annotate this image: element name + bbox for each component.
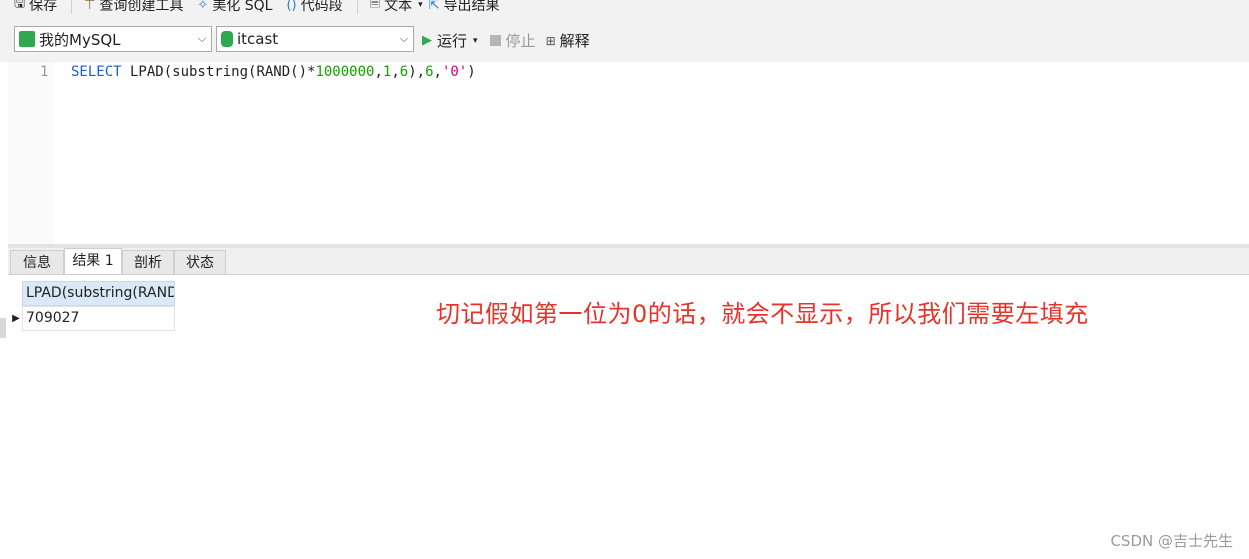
tab-result-1[interactable]: 结果 1	[64, 248, 122, 274]
sql-text: ,	[374, 64, 383, 80]
chevron-down-icon: ▾	[473, 35, 478, 46]
explain-label: 解释	[559, 32, 590, 50]
table-cell[interactable]: 709027	[22, 306, 175, 331]
toolbar-divider	[356, 0, 358, 14]
save-icon: 🖫	[14, 0, 26, 11]
save-label: 保存	[29, 0, 58, 14]
text-button[interactable]: 🗎 文本 ▾	[370, 0, 423, 16]
sql-editor[interactable]: 1 SELECT LPAD(substring(RAND()*1000000,1…	[8, 62, 1249, 244]
beautify-icon: ✧	[197, 0, 209, 13]
sql-number: 6	[425, 64, 434, 80]
sql-string: '0'	[441, 64, 468, 80]
run-label: 运行	[437, 32, 468, 50]
chevron-down-icon: ⌵	[197, 32, 207, 45]
editor-gutter: 1	[8, 62, 54, 244]
tab-profile[interactable]: 剖析	[122, 250, 174, 274]
sql-text: ,	[391, 64, 400, 80]
beautify-label: 美化 SQL	[212, 0, 273, 14]
sql-text: ),	[408, 64, 426, 80]
mysql-connection-icon	[19, 31, 35, 47]
run-button[interactable]: ▶ 运行 ▾	[422, 30, 478, 51]
stop-button[interactable]: 停止	[489, 30, 536, 51]
main-toolbar: 🖫 保存 ⊤ 查询创建工具 ✧ 美化 SQL () 代码段 🗎 文本 ▾ ⇱ 导…	[0, 0, 1249, 18]
connection-select[interactable]: 我的MySQL ⌵	[14, 26, 212, 52]
text-icon: 🗎	[369, 0, 381, 11]
database-select[interactable]: itcast ⌵	[216, 26, 414, 52]
export-results-button[interactable]: ⇱ 导出结果	[429, 0, 500, 15]
sql-text: LPAD(substring(RAND()*	[121, 64, 316, 80]
chevron-down-icon: ⌵	[399, 32, 409, 45]
tab-status[interactable]: 状态	[174, 250, 226, 274]
export-label: 导出结果	[443, 0, 500, 14]
chevron-down-icon: ▾	[418, 0, 423, 10]
current-row-indicator-icon: ▶	[12, 313, 20, 324]
explain-button[interactable]: ⊞ 解释	[546, 30, 590, 51]
watermark: CSDN @吉士先生	[1110, 532, 1233, 550]
connection-value: 我的MySQL	[39, 30, 121, 49]
query-builder-label: 查询创建工具	[99, 0, 184, 14]
toolbar-divider	[71, 0, 73, 14]
save-button[interactable]: 🖫 保存	[14, 0, 57, 16]
tab-info[interactable]: 信息	[10, 250, 64, 274]
stop-icon	[489, 35, 501, 46]
export-icon: ⇱	[428, 0, 440, 13]
sql-text: ,	[433, 64, 442, 80]
database-icon	[221, 31, 233, 47]
sql-text: )	[467, 64, 476, 80]
sql-number: 1000000	[315, 64, 375, 80]
code-snippet-label: 代码段	[300, 0, 343, 14]
annotation-note: 切记假如第一位为0的话，就会不显示，所以我们需要左填充	[436, 300, 1089, 328]
code-snippet-button[interactable]: () 代码段	[286, 0, 342, 15]
line-number: 1	[40, 64, 49, 80]
explain-icon: ⊞	[545, 33, 556, 48]
query-builder-icon: ⊤	[84, 0, 96, 13]
column-header[interactable]: LPAD(substring(RAND	[22, 281, 175, 306]
stop-label: 停止	[505, 32, 536, 50]
text-label: 文本	[384, 0, 413, 14]
sql-keyword: SELECT	[71, 64, 122, 80]
left-edge-marker	[0, 318, 6, 338]
sql-number: 6	[399, 64, 409, 80]
beautify-sql-button[interactable]: ✧ 美化 SQL	[197, 0, 272, 15]
run-controls: ▶ 运行 ▾ 停止 ⊞ 解释	[422, 30, 590, 51]
result-tabs: 信息 结果 1 剖析 状态	[8, 248, 1249, 275]
query-builder-button[interactable]: ⊤ 查询创建工具	[84, 0, 183, 15]
sql-code-line[interactable]: SELECT LPAD(substring(RAND()*1000000,1,6…	[71, 64, 476, 80]
play-icon: ▶	[422, 33, 432, 48]
database-value: itcast	[237, 30, 279, 48]
code-snippet-icon: ()	[286, 0, 297, 13]
query-toolbar: 我的MySQL ⌵ itcast ⌵ ▶ 运行 ▾ 停止 ⊞ 解释	[0, 18, 1249, 62]
